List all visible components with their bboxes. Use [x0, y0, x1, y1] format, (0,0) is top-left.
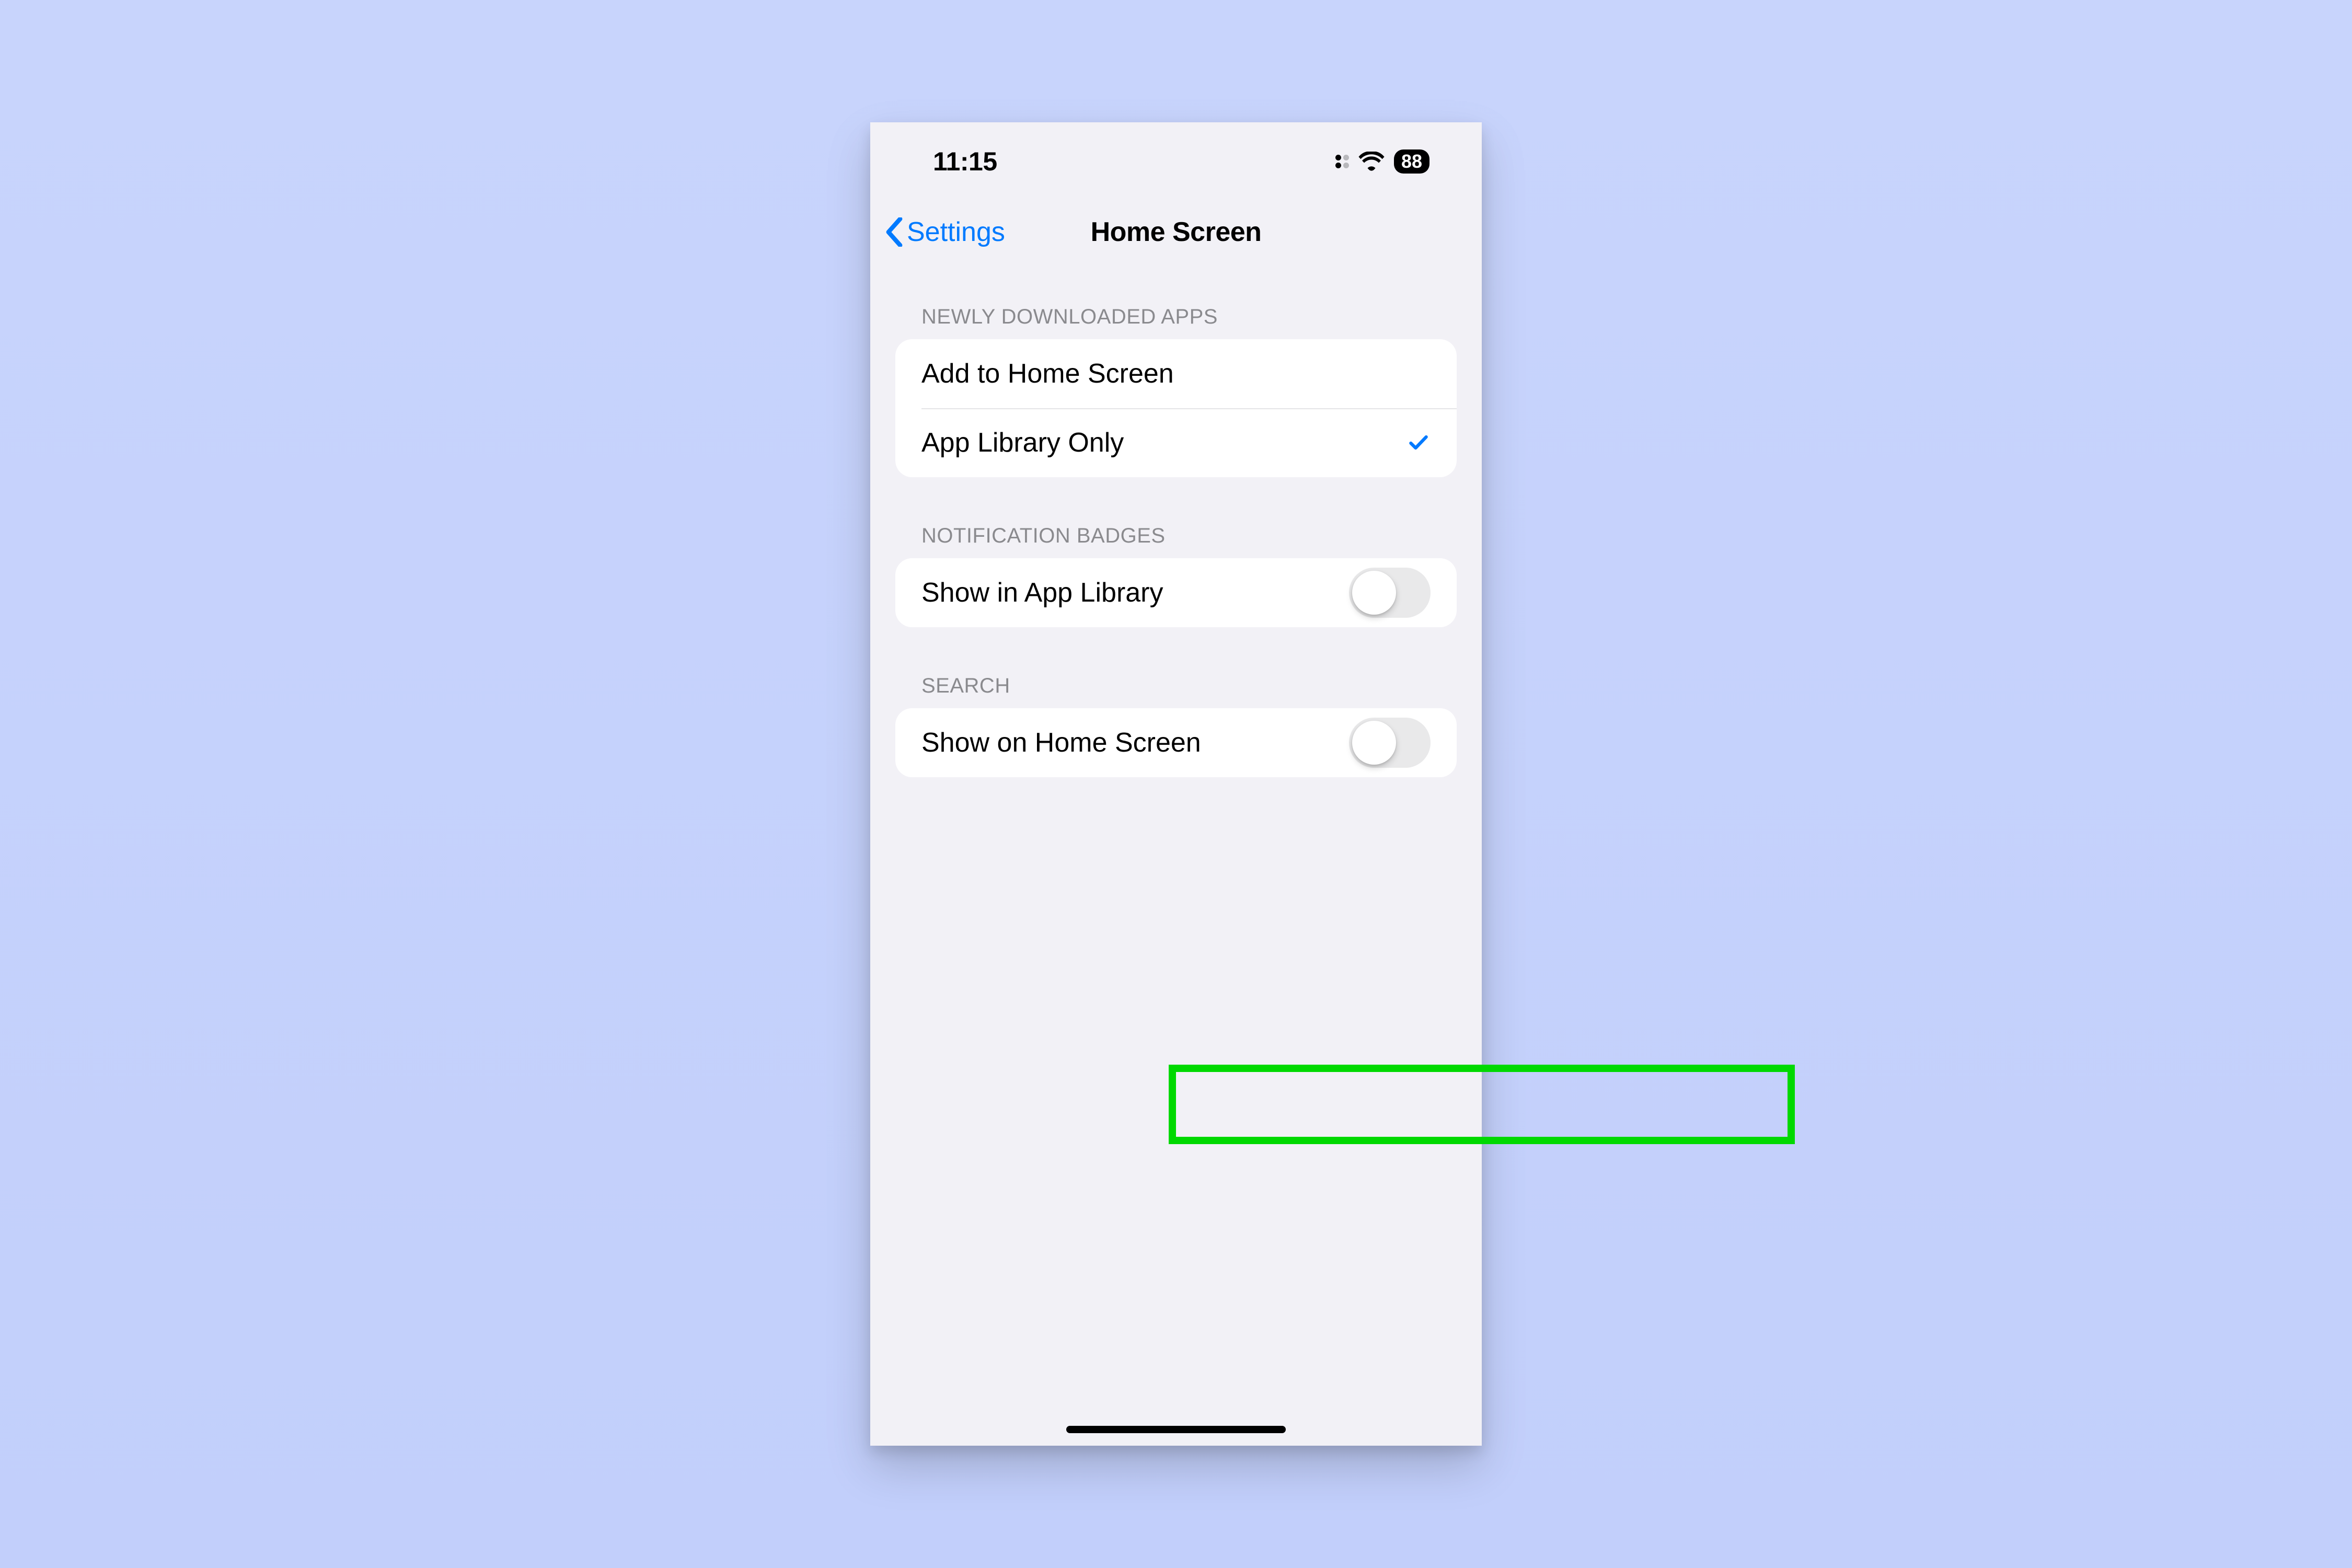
chevron-left-icon: [885, 217, 904, 247]
toggle-show-in-app-library[interactable]: [1349, 568, 1431, 618]
group-notification-badges: NOTIFICATION BADGES Show in App Library: [895, 524, 1457, 627]
cell-container-badges: Show in App Library: [895, 558, 1457, 627]
toggle-knob: [1352, 571, 1396, 615]
stage: 11:15 88: [0, 0, 2352, 1568]
group-downloaded-apps: NEWLY DOWNLOADED APPS Add to Home Screen…: [895, 305, 1457, 477]
toggle-show-on-home-screen[interactable]: [1349, 718, 1431, 768]
toggle-knob: [1352, 721, 1396, 765]
battery-icon: 88: [1394, 149, 1429, 174]
cell-container-downloaded: Add to Home Screen App Library Only: [895, 339, 1457, 477]
phone-frame: 11:15 88: [870, 122, 1482, 1446]
cell-container-search: Show on Home Screen: [895, 708, 1457, 777]
status-time: 11:15: [933, 146, 997, 177]
row-show-in-app-library: Show in App Library: [895, 558, 1457, 627]
content: NEWLY DOWNLOADED APPS Add to Home Screen…: [870, 305, 1482, 777]
group-header-downloaded: NEWLY DOWNLOADED APPS: [895, 305, 1457, 339]
row-show-on-home-screen-label: Show on Home Screen: [921, 727, 1201, 758]
back-label: Settings: [907, 216, 1005, 248]
status-right: 88: [1335, 149, 1429, 174]
option-add-to-home-screen-label: Add to Home Screen: [921, 358, 1174, 389]
nav-bar: Settings Home Screen: [870, 201, 1482, 263]
option-app-library-only-label: App Library Only: [921, 427, 1124, 458]
wifi-icon: [1358, 152, 1385, 171]
group-header-badges: NOTIFICATION BADGES: [895, 524, 1457, 558]
row-show-in-app-library-label: Show in App Library: [921, 577, 1163, 608]
page-title: Home Screen: [1091, 216, 1262, 248]
home-indicator[interactable]: [1066, 1426, 1286, 1433]
focus-indicator-icon: [1335, 155, 1349, 168]
group-header-search: SEARCH: [895, 674, 1457, 708]
row-show-on-home-screen: Show on Home Screen: [895, 708, 1457, 777]
back-button[interactable]: Settings: [885, 216, 1005, 248]
checkmark-icon: [1406, 431, 1431, 454]
option-add-to-home-screen[interactable]: Add to Home Screen: [895, 339, 1457, 408]
option-app-library-only[interactable]: App Library Only: [895, 408, 1457, 477]
group-search: SEARCH Show on Home Screen: [895, 674, 1457, 777]
status-bar: 11:15 88: [870, 122, 1482, 201]
